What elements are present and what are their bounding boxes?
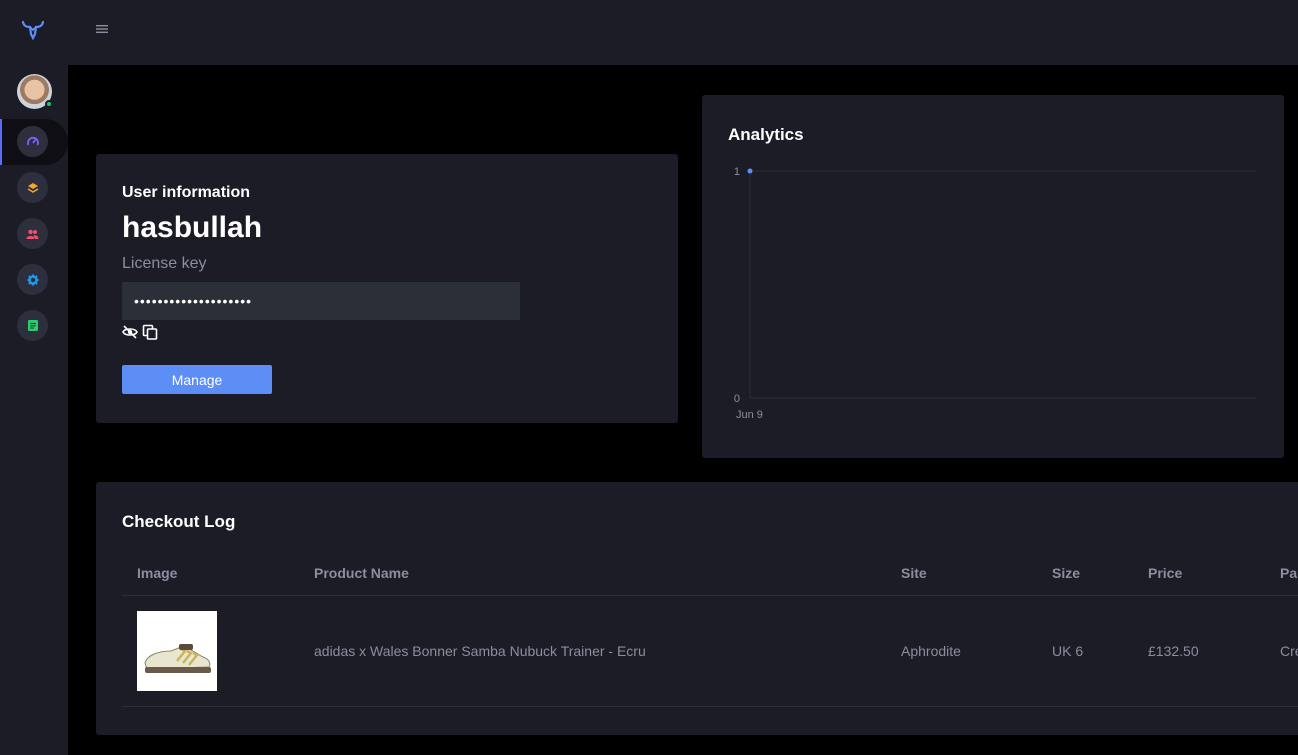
- toggle-visibility-eye-off-icon[interactable]: [122, 324, 138, 340]
- top-bar: [68, 0, 1298, 65]
- dashboard-gauge-icon: [26, 136, 39, 145]
- nav-item-dashboard[interactable]: [17, 126, 48, 157]
- analytics-title: Analytics: [728, 125, 804, 144]
- cell-price: £132.50: [1133, 595, 1265, 707]
- nav-item-layers[interactable]: [17, 172, 48, 203]
- cell-product-name: adidas x Wales Bonner Samba Nubuck Train…: [299, 595, 886, 707]
- checkout-log-title: Checkout Log: [122, 512, 236, 531]
- online-status-dot: [45, 100, 53, 108]
- data-point: [747, 168, 753, 174]
- avatar[interactable]: [17, 74, 53, 109]
- cell-image: [122, 595, 299, 707]
- nav-item-logs[interactable]: [17, 310, 48, 341]
- column-header-product-name[interactable]: Product Name: [299, 552, 886, 596]
- manage-button[interactable]: Manage: [122, 365, 272, 394]
- column-header-price[interactable]: Price: [1133, 552, 1265, 596]
- x-tick-label: Jun 9: [736, 409, 763, 421]
- checkout-log-card: Checkout Log Image Product Name Site Siz…: [96, 482, 1298, 735]
- username: hasbullah: [122, 211, 263, 244]
- hamburger-menu-icon[interactable]: [96, 24, 108, 34]
- bull-logo-icon[interactable]: [21, 19, 45, 41]
- document-icon: [27, 320, 38, 331]
- column-header-payment[interactable]: Pa: [1265, 552, 1298, 596]
- checkout-table: Image Product Name Site Size Price Pa ad…: [122, 552, 1298, 707]
- y-tick-label: 0: [734, 393, 740, 405]
- nav-item-users[interactable]: [17, 218, 48, 249]
- analytics-line-chart: 1 0 Jun 9: [734, 166, 1256, 421]
- sidebar: [0, 0, 68, 755]
- table-row[interactable]: adidas x Wales Bonner Samba Nubuck Train…: [122, 595, 1298, 707]
- settings-gear-icon: [27, 274, 38, 285]
- users-icon: [26, 229, 39, 239]
- user-information-card: User information hasbullah License key M…: [96, 154, 678, 423]
- y-tick-label: 1: [734, 166, 740, 178]
- column-header-size[interactable]: Size: [1037, 552, 1133, 596]
- user-information-title: User information: [122, 184, 251, 201]
- sneaker-image-icon: [144, 643, 211, 673]
- copy-icon[interactable]: [142, 324, 158, 340]
- column-header-image[interactable]: Image: [122, 552, 299, 596]
- cell-payment: Cre: [1265, 595, 1298, 707]
- license-key-label: License key: [122, 255, 207, 272]
- product-image[interactable]: [137, 610, 217, 691]
- cell-size: UK 6: [1037, 595, 1133, 707]
- cell-site: Aphrodite: [886, 595, 1037, 707]
- nav-active-indicator: [0, 119, 2, 165]
- nav-item-settings[interactable]: [17, 264, 48, 295]
- layers-icon: [27, 182, 38, 193]
- analytics-card: Analytics 1 0 Jun 9: [702, 95, 1284, 458]
- table-header-row: Image Product Name Site Size Price Pa: [122, 552, 1298, 596]
- license-key-field[interactable]: [122, 282, 520, 320]
- column-header-site[interactable]: Site: [886, 552, 1037, 596]
